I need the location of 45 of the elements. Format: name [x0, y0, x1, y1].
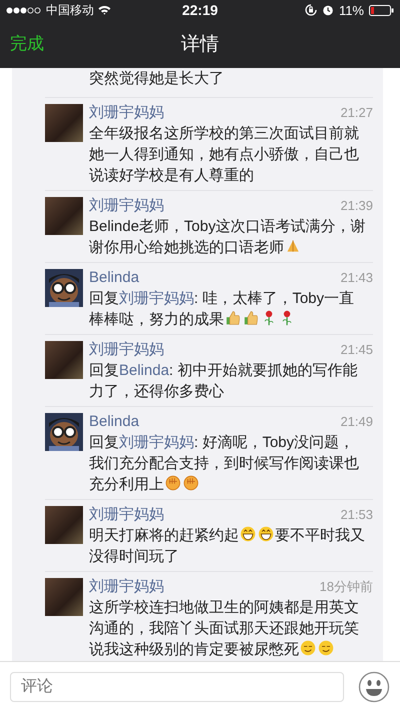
cartoon-avatar-icon — [45, 269, 83, 307]
grinning-face-icon — [240, 526, 256, 542]
author-name[interactable]: Belinda — [89, 269, 140, 287]
alarm-clock-icon — [322, 4, 334, 16]
battery-percentage: 11% — [338, 2, 364, 18]
comment-input-field[interactable]: 评论 — [10, 672, 344, 702]
avatar-photo-placeholder — [45, 506, 83, 544]
comment-text: 回复Belinda: 初中开始就要抓她的写作能力了，还得你多费心 — [89, 361, 358, 402]
battery-icon — [369, 4, 394, 16]
carrier-name: 中国移动 — [46, 2, 94, 18]
comment-time: 21:43 — [340, 270, 373, 285]
rotation-lock-icon — [304, 4, 317, 16]
wifi-icon — [98, 5, 111, 15]
comment-time: 21:39 — [340, 198, 373, 213]
author-name[interactable]: 刘珊宇妈妈 — [89, 506, 164, 524]
avatar-photo-placeholder — [45, 104, 83, 142]
comment-time: 21:45 — [340, 342, 373, 357]
comment-text: 突然觉得她是长大了 — [89, 70, 224, 87]
author-name[interactable]: 刘珊宇妈妈 — [89, 104, 164, 122]
thumbs-up-icon — [243, 310, 259, 326]
comment-text: 回复刘珊宇妈妈: 哇，太棒了，Toby一直棒棒哒，努力的成果 — [89, 289, 356, 330]
author-name[interactable]: 刘珊宇妈妈 — [89, 197, 164, 215]
grinning-face-icon — [258, 526, 274, 542]
done-button[interactable]: 完成 — [10, 32, 44, 55]
clock-time: 22:19 — [182, 2, 218, 18]
avatar-photo-placeholder — [45, 341, 83, 379]
comment-text: 全年级报名这所学校的第三次面试目前就她一人得到通知，她有点小骄傲，自己也说读好学校是有人尊重的 — [89, 124, 360, 186]
avatar-photo-placeholder — [45, 578, 83, 616]
author-name[interactable]: 刘珊宇妈妈 — [89, 578, 164, 596]
comment-text: 回复刘珊宇妈妈: 好滴呢，Toby没问题，我们充分配合支持，到时候写作阅读课也充分利用上 — [89, 433, 360, 495]
cartoon-avatar-icon — [45, 413, 83, 451]
comment-time: 18分钟前 — [320, 578, 373, 596]
avatar-photo-placeholder — [45, 197, 83, 235]
author-name[interactable]: Belinda — [89, 413, 140, 431]
comment-text: 明天打麻将的赶紧约起 要不平时我又没得时间玩了 — [89, 525, 366, 567]
smiley-face-icon[interactable] — [358, 671, 390, 703]
comment-text: Belinde老师，Toby这次口语考试满分，谢谢你用心给她挑选的口语老师 — [89, 217, 367, 258]
comment-time: 21:49 — [340, 414, 373, 429]
page-title: 详情 — [181, 33, 219, 57]
author-name[interactable]: 刘珊宇妈妈 — [89, 341, 164, 359]
thumbs-up-icon — [225, 310, 241, 326]
comment-time: 21:53 — [340, 507, 373, 522]
signal-icon — [6, 6, 42, 14]
comment-time: 21:27 — [340, 105, 373, 120]
comment-text: 这所学校连扫地做卫生的阿姨都是用英文沟通的，我陪丫头面试那天还跟她开玩笑说我这种级别的肯定要被尿憋死 — [89, 598, 360, 660]
